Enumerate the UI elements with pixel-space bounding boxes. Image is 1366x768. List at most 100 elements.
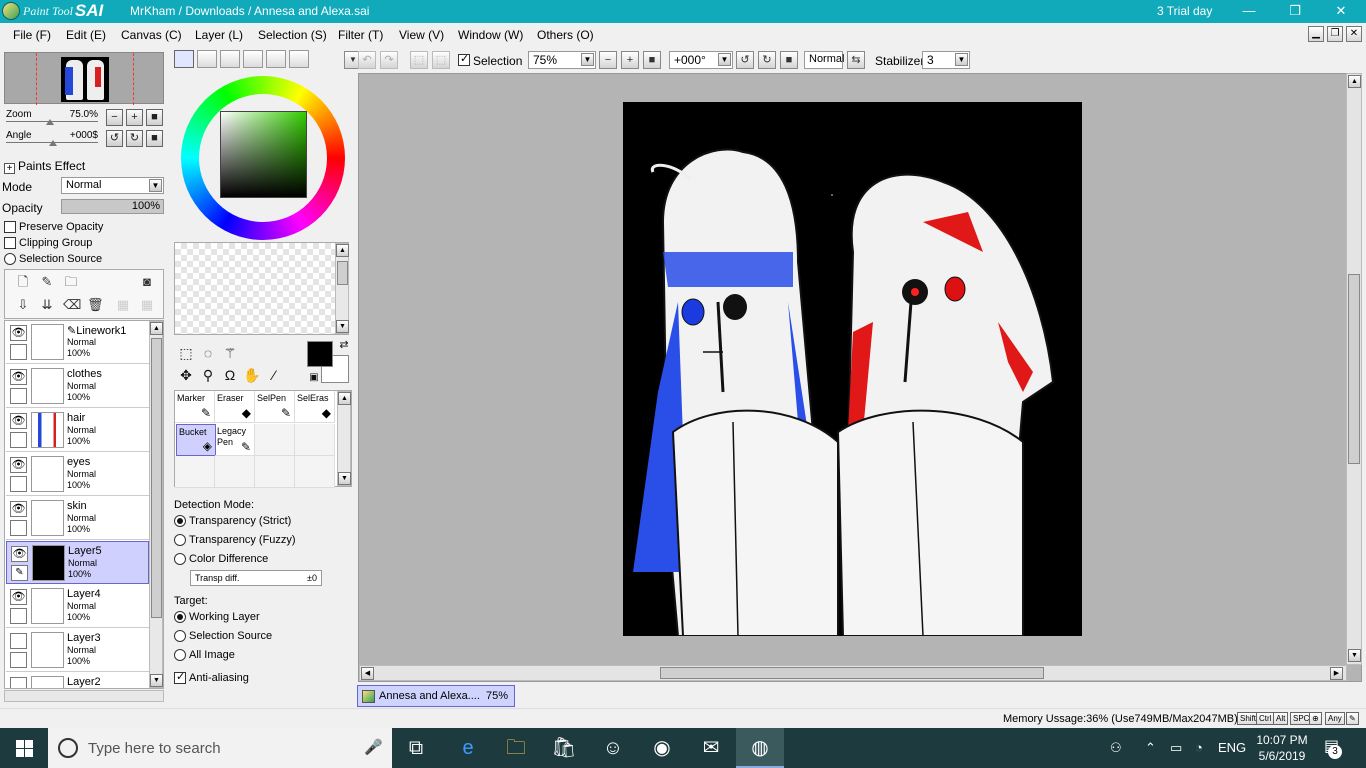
store-icon[interactable]: 🛍: [540, 728, 588, 768]
paints-effect-header[interactable]: + Paints Effect: [4, 159, 85, 174]
menu-window[interactable]: Window (W): [458, 28, 523, 42]
working-layer-option[interactable]: Working Layer: [174, 611, 260, 623]
layer-row[interactable]: 👁 ✎Linework1 Normal 100%: [6, 321, 149, 364]
swatches-tab-icon[interactable]: [266, 50, 286, 68]
menu-view[interactable]: View (V): [399, 28, 444, 42]
transparency-strict-option[interactable]: Transparency (Strict): [174, 515, 291, 527]
microphone-icon[interactable]: 🎤: [364, 738, 383, 756]
edge-icon[interactable]: e: [444, 728, 492, 768]
merge-down-icon[interactable]: ⇊: [39, 297, 55, 313]
layer-row[interactable]: Layer2: [6, 673, 149, 688]
game-app-icon[interactable]: ☺: [589, 728, 637, 768]
rect-select-icon[interactable]: ⬚: [177, 344, 195, 362]
layer-lock-box[interactable]: [10, 652, 27, 668]
target-selection-source-option[interactable]: Selection Source: [174, 630, 272, 642]
empty-brush-slot[interactable]: [295, 424, 335, 456]
color-difference-radio[interactable]: [174, 553, 186, 565]
eye-icon[interactable]: 👁: [10, 457, 27, 473]
foreground-color[interactable]: [307, 341, 333, 367]
rotate-cw-icon[interactable]: ↻: [758, 51, 776, 69]
zoom-slider[interactable]: Zoom 75.0%: [6, 109, 98, 127]
selection-source-option[interactable]: Selection Source: [4, 253, 102, 265]
eye-icon[interactable]: 👁: [11, 546, 28, 562]
brush-eraser[interactable]: Eraser ◆: [215, 391, 255, 423]
tray-chevron-icon[interactable]: ⌃: [1145, 740, 1156, 756]
layer-row[interactable]: 👁 skin Normal 100%: [6, 497, 149, 540]
layer-lock-box[interactable]: [10, 344, 27, 360]
color-swatch-area[interactable]: [174, 242, 349, 335]
menu-edit[interactable]: Edit (E): [66, 28, 106, 42]
scroll-thumb[interactable]: [151, 338, 162, 618]
doc-restore-icon[interactable]: ❐: [1327, 26, 1343, 42]
brush-scrollbar[interactable]: ▲ ▼: [337, 391, 351, 486]
eye-icon[interactable]: 👁: [10, 413, 27, 429]
empty-brush-slot[interactable]: [255, 424, 295, 456]
swap-colors-icon[interactable]: ⇄: [335, 336, 353, 354]
pencil-icon[interactable]: ✎: [11, 565, 28, 581]
lasso-icon[interactable]: ◌: [199, 344, 217, 362]
color-difference-option[interactable]: Color Difference: [174, 553, 268, 565]
scratchpad-tab-icon[interactable]: [289, 50, 309, 68]
preserve-opacity-checkbox[interactable]: [4, 221, 16, 233]
zoom-fit-icon[interactable]: ■: [643, 51, 661, 69]
mail-icon[interactable]: ✉: [687, 728, 735, 768]
language-indicator[interactable]: ENG: [1218, 740, 1246, 755]
scroll-thumb[interactable]: [660, 667, 1044, 679]
scroll-up-icon[interactable]: ▲: [338, 392, 351, 405]
deselect-icon[interactable]: ⬚: [410, 51, 428, 69]
menu-file[interactable]: File (F): [13, 28, 51, 42]
expand-plus-icon[interactable]: +: [4, 163, 15, 174]
layer-lock-box[interactable]: [10, 432, 27, 448]
reset-colors-icon[interactable]: ▣: [305, 369, 323, 387]
flip-horizontal-icon[interactable]: ⇆: [847, 51, 865, 69]
rotate-reset-icon[interactable]: ■: [146, 130, 163, 147]
chrome-icon[interactable]: ◉: [638, 728, 686, 768]
zoom-out-icon[interactable]: −: [106, 109, 123, 126]
document-tab[interactable]: Annesa and Alexa.... 75%: [357, 685, 515, 707]
eye-icon[interactable]: 👁: [10, 369, 27, 385]
transfer-down-icon[interactable]: ⇩: [15, 297, 31, 313]
rotate-ccw-icon[interactable]: ↺: [736, 51, 754, 69]
redo-icon[interactable]: ↷: [380, 51, 398, 69]
eye-icon[interactable]: 👁: [10, 501, 27, 517]
scroll-down-icon[interactable]: ▼: [1348, 649, 1361, 662]
angle-slider[interactable]: Angle +000$: [6, 130, 98, 148]
transparency-strict-radio[interactable]: [174, 515, 186, 527]
layer-lock-box[interactable]: [10, 520, 27, 536]
scroll-down-icon[interactable]: ▼: [150, 674, 163, 687]
brush-legacy-pen[interactable]: Legacy Pen ✎: [215, 424, 255, 456]
angle-select[interactable]: +000° ▼: [669, 51, 733, 69]
restore-button[interactable]: ❐: [1272, 0, 1318, 23]
view-mode-button[interactable]: Normal: [804, 51, 844, 69]
scroll-right-icon[interactable]: ▶: [1330, 667, 1343, 680]
empty-brush-slot[interactable]: [295, 456, 335, 488]
rotate-right-icon[interactable]: ↻: [126, 130, 143, 147]
canvas-area[interactable]: [358, 73, 1362, 682]
file-explorer-icon[interactable]: 🗀: [492, 728, 540, 768]
windows-start-icon[interactable]: [16, 740, 33, 757]
rotate-icon[interactable]: Ω: [221, 366, 239, 384]
canvas-vscrollbar[interactable]: ▲ ▼: [1346, 73, 1362, 665]
layer-mask-icon[interactable]: ◙: [139, 274, 155, 290]
eye-icon[interactable]: 👁: [10, 325, 27, 341]
transparency-fuzzy-radio[interactable]: [174, 534, 186, 546]
artwork-canvas[interactable]: [623, 102, 1082, 636]
angle-thumb[interactable]: [49, 140, 57, 146]
layer-row[interactable]: 👁 clothes Normal 100%: [6, 365, 149, 408]
anti-aliasing-checkbox[interactable]: [174, 670, 186, 684]
layer-row[interactable]: 👁 hair Normal 100%: [6, 409, 149, 452]
layer-lock-box[interactable]: [10, 388, 27, 404]
stabilizer-select[interactable]: 3 ▼: [922, 51, 970, 69]
layer-row[interactable]: 👁 eyes Normal 100%: [6, 453, 149, 496]
zoom-out-button-icon[interactable]: −: [599, 51, 617, 69]
empty-brush-slot[interactable]: [215, 456, 255, 488]
brush-selpen[interactable]: SelPen ✎: [255, 391, 295, 423]
selection-visibility-checkbox[interactable]: [458, 52, 470, 66]
task-view-icon[interactable]: ⧉: [392, 728, 440, 768]
scroll-thumb[interactable]: [337, 261, 348, 285]
all-image-option[interactable]: All Image: [174, 649, 235, 661]
new-folder-icon[interactable]: 🗀: [63, 274, 79, 290]
invert-selection-icon[interactable]: ⬚: [432, 51, 450, 69]
zoom-thumb[interactable]: [46, 119, 54, 125]
rgb-slider-tab-icon[interactable]: [197, 50, 217, 68]
